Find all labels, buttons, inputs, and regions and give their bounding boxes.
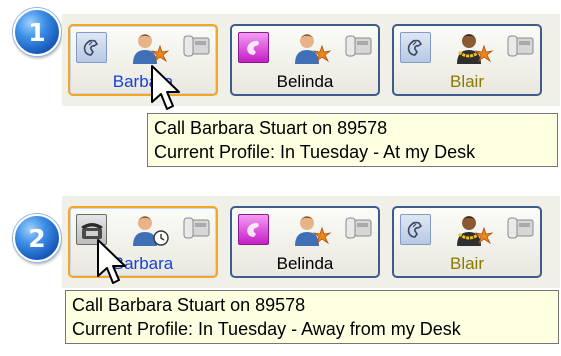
contact-button-barbara[interactable]: Barbara [68,206,218,278]
busy-person-icon [133,34,170,64]
desk-phone-icon [345,217,372,239]
contact-tooltip-step-2: Call Barbara Stuart on 89578 Current Pro… [65,290,559,344]
contact-tooltip-step-1: Call Barbara Stuart on 89578 Current Pro… [147,113,558,167]
busy-person-icon [295,34,332,64]
lei-person-icon [457,34,494,64]
handset-icon[interactable] [400,214,431,245]
contact-button-belinda[interactable]: Belinda [230,206,380,278]
contact-strip-step-1: Barbara Belinda Blair [62,14,560,106]
tooltip-call-line: Call Barbara Stuart on 89578 [154,118,388,138]
busy-person-icon [295,216,332,246]
tooltip-profile-line: Current Profile: In Tuesday - At my Desk [154,142,476,162]
contact-button-blair[interactable]: Blair [392,206,542,278]
mouse-pointer-icon [151,65,180,110]
magenta-handset-icon[interactable] [238,214,269,245]
desk-phone-icon [345,35,372,57]
contact-name-barbara: Barbara [112,72,174,91]
contact-name-belinda: Belinda [276,254,334,273]
desk-phone-icon [507,35,534,57]
contact-strip-step-2: Barbara Belinda Blair [62,196,560,288]
contact-button-barbara[interactable]: Barbara [68,24,218,96]
contact-button-blair[interactable]: Blair [392,24,542,96]
lei-person-icon [457,216,494,246]
tooltip-profile-line: Current Profile: In Tuesday - Away from … [72,319,461,339]
handset-icon[interactable] [76,32,107,63]
handset-icon[interactable] [400,32,431,63]
away-person-icon [133,216,169,246]
step-2-badge: 2 [13,214,61,262]
tooltip-call-line: Call Barbara Stuart on 89578 [72,295,306,315]
desk-phone-icon [183,217,210,239]
step-number: 2 [28,223,46,253]
desk-phone-icon [183,35,210,57]
contact-button-belinda[interactable]: Belinda [230,24,380,96]
contact-name-blair: Blair [449,254,484,273]
mouse-pointer-icon [97,239,126,284]
step-1-badge: 1 [13,8,61,56]
contact-name-barbara: Barbara [112,254,174,273]
desk-phone-icon [507,217,534,239]
contact-name-blair: Blair [449,72,484,91]
magenta-handset-icon[interactable] [238,32,269,63]
contact-name-belinda: Belinda [276,72,334,91]
step-number: 1 [28,17,46,47]
